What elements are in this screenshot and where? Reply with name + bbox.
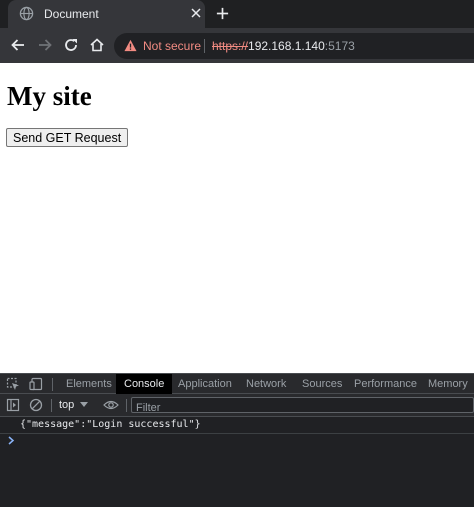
tab-network[interactable]: Network bbox=[238, 374, 294, 394]
devtools-tab-divider bbox=[52, 378, 53, 391]
send-get-request-button[interactable]: Send GET Request bbox=[6, 128, 129, 147]
url-scheme: https:// bbox=[212, 39, 249, 53]
not-secure-label[interactable]: Not secure bbox=[143, 39, 201, 53]
warning-icon[interactable] bbox=[124, 39, 137, 52]
filter-divider bbox=[126, 399, 127, 412]
close-icon[interactable] bbox=[189, 6, 203, 20]
omnibox-divider bbox=[204, 39, 205, 53]
console-filter[interactable] bbox=[131, 397, 474, 415]
console-message[interactable]: {"message":"Login successful"} bbox=[20, 419, 201, 430]
devtools-panel: Elements Console Application Network Sou… bbox=[0, 373, 474, 507]
console-log-row: {"message":"Login successful"} bbox=[0, 417, 474, 434]
console-toolbar: top bbox=[0, 394, 474, 417]
address-bar[interactable]: Not secure https://192.168.1.140:5173 bbox=[114, 33, 474, 59]
devtools-tab-bar: Elements Console Application Network Sou… bbox=[0, 373, 474, 394]
home-icon[interactable] bbox=[89, 37, 105, 53]
context-selector[interactable]: top bbox=[59, 399, 74, 411]
page-viewport: My site Send GET Request bbox=[0, 63, 474, 373]
globe-icon bbox=[19, 6, 34, 21]
tab-memory[interactable]: Memory bbox=[420, 374, 474, 394]
caret-down-icon[interactable] bbox=[80, 402, 88, 408]
forward-arrow-icon[interactable] bbox=[37, 37, 53, 53]
tab-console[interactable]: Console bbox=[116, 374, 173, 394]
tab-elements[interactable]: Elements bbox=[58, 374, 120, 394]
sidebar-toggle-icon[interactable] bbox=[6, 398, 20, 412]
tab-application[interactable]: Application bbox=[170, 374, 240, 394]
back-arrow-icon[interactable] bbox=[10, 37, 26, 53]
console-prompt-icon[interactable] bbox=[7, 436, 15, 445]
device-toolbar-icon[interactable] bbox=[29, 377, 43, 391]
clear-console-icon[interactable] bbox=[29, 398, 43, 412]
tab-sources[interactable]: Sources bbox=[294, 374, 350, 394]
url-text[interactable]: https://192.168.1.140:5173 bbox=[212, 39, 355, 53]
tab-title: Document bbox=[44, 7, 99, 21]
console-toolbar-divider bbox=[51, 399, 52, 412]
tab-performance[interactable]: Performance bbox=[346, 374, 425, 394]
inspect-element-icon[interactable] bbox=[6, 377, 20, 391]
new-tab-icon[interactable] bbox=[215, 6, 230, 21]
url-host: 192.168.1.140 bbox=[248, 39, 325, 53]
filter-input[interactable] bbox=[132, 401, 473, 415]
reload-icon[interactable] bbox=[63, 37, 79, 53]
tab-strip: Document bbox=[0, 0, 474, 28]
url-port: :5173 bbox=[324, 39, 355, 53]
browser-tab[interactable]: Document bbox=[8, 0, 205, 28]
browser-toolbar: Not secure https://192.168.1.140:5173 bbox=[0, 28, 474, 63]
page-heading: My site bbox=[7, 81, 92, 111]
eye-icon[interactable] bbox=[103, 398, 119, 412]
